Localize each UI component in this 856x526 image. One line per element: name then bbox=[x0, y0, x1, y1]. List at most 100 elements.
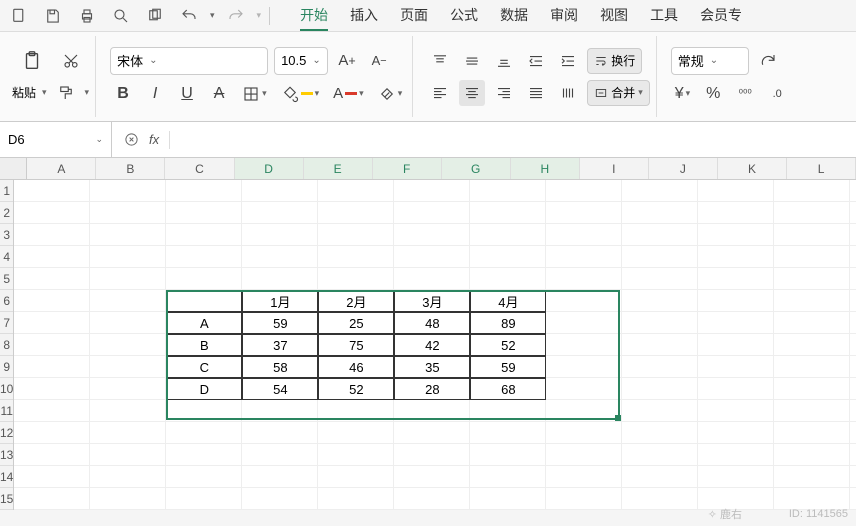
cell[interactable] bbox=[394, 246, 470, 268]
row-header-3[interactable]: 3 bbox=[0, 224, 13, 246]
cell[interactable] bbox=[90, 400, 166, 422]
tab-3[interactable]: 公式 bbox=[450, 1, 478, 31]
border-button[interactable]: ▾ bbox=[238, 81, 271, 107]
paste-button[interactable] bbox=[12, 50, 52, 72]
fill-color-button[interactable]: ▾ bbox=[277, 81, 324, 107]
cell[interactable] bbox=[850, 246, 856, 268]
cell[interactable] bbox=[698, 180, 774, 202]
tab-7[interactable]: 工具 bbox=[650, 1, 678, 31]
cell[interactable] bbox=[622, 378, 698, 400]
cell[interactable] bbox=[242, 488, 318, 510]
cell[interactable] bbox=[698, 466, 774, 488]
strike-button[interactable]: A bbox=[206, 81, 232, 107]
cell[interactable] bbox=[318, 466, 394, 488]
cell[interactable] bbox=[622, 312, 698, 334]
cell[interactable] bbox=[14, 312, 90, 334]
cell[interactable] bbox=[242, 400, 318, 422]
align-center-icon[interactable] bbox=[459, 80, 485, 106]
cell[interactable] bbox=[166, 400, 242, 422]
cell[interactable]: C bbox=[166, 356, 242, 378]
cell[interactable] bbox=[850, 378, 856, 400]
cell[interactable] bbox=[850, 312, 856, 334]
cell[interactable] bbox=[774, 466, 850, 488]
cell[interactable] bbox=[470, 488, 546, 510]
cell[interactable] bbox=[166, 290, 242, 312]
row-header-12[interactable]: 12 bbox=[0, 422, 13, 444]
select-all-corner[interactable] bbox=[0, 158, 27, 179]
row-header-5[interactable]: 5 bbox=[0, 268, 13, 290]
cell[interactable] bbox=[470, 246, 546, 268]
cell[interactable] bbox=[850, 356, 856, 378]
col-header-B[interactable]: B bbox=[96, 158, 165, 179]
tab-1[interactable]: 插入 bbox=[350, 1, 378, 31]
cell[interactable] bbox=[774, 246, 850, 268]
cell[interactable]: 46 bbox=[318, 356, 394, 378]
row-header-7[interactable]: 7 bbox=[0, 312, 13, 334]
cell[interactable] bbox=[242, 180, 318, 202]
cell[interactable] bbox=[90, 466, 166, 488]
cell[interactable] bbox=[850, 444, 856, 466]
cell[interactable] bbox=[318, 224, 394, 246]
cell[interactable] bbox=[166, 422, 242, 444]
undo-dropdown[interactable]: ▾ bbox=[210, 10, 215, 21]
row-header-11[interactable]: 11 bbox=[0, 400, 13, 422]
cell[interactable] bbox=[546, 488, 622, 510]
cell[interactable] bbox=[546, 356, 622, 378]
col-header-G[interactable]: G bbox=[442, 158, 511, 179]
row-header-4[interactable]: 4 bbox=[0, 246, 13, 268]
cell[interactable] bbox=[90, 224, 166, 246]
cell[interactable] bbox=[546, 422, 622, 444]
col-header-J[interactable]: J bbox=[649, 158, 718, 179]
cell[interactable] bbox=[850, 224, 856, 246]
cell[interactable]: B bbox=[166, 334, 242, 356]
cell[interactable]: 59 bbox=[242, 312, 318, 334]
cell[interactable] bbox=[774, 180, 850, 202]
cell[interactable] bbox=[318, 202, 394, 224]
cell[interactable] bbox=[90, 444, 166, 466]
cell[interactable] bbox=[546, 466, 622, 488]
cell[interactable] bbox=[546, 444, 622, 466]
cell[interactable] bbox=[90, 180, 166, 202]
cell[interactable] bbox=[850, 422, 856, 444]
cell[interactable] bbox=[698, 378, 774, 400]
undo-icon[interactable] bbox=[176, 3, 202, 29]
justify-icon[interactable] bbox=[523, 80, 549, 106]
cell[interactable] bbox=[90, 356, 166, 378]
align-bottom-icon[interactable] bbox=[491, 48, 517, 74]
tab-2[interactable]: 页面 bbox=[400, 1, 428, 31]
row-header-10[interactable]: 10 bbox=[0, 378, 13, 400]
name-box[interactable]: D6⌄ bbox=[0, 122, 112, 157]
row-header-2[interactable]: 2 bbox=[0, 202, 13, 224]
cell[interactable] bbox=[698, 356, 774, 378]
cell[interactable] bbox=[622, 466, 698, 488]
col-header-H[interactable]: H bbox=[511, 158, 580, 179]
cell[interactable] bbox=[166, 246, 242, 268]
bold-button[interactable]: B bbox=[110, 81, 136, 107]
cell[interactable] bbox=[698, 334, 774, 356]
cell[interactable] bbox=[622, 246, 698, 268]
cell[interactable] bbox=[90, 202, 166, 224]
cell[interactable] bbox=[698, 268, 774, 290]
cell[interactable] bbox=[14, 400, 90, 422]
cell[interactable] bbox=[394, 400, 470, 422]
cell[interactable] bbox=[546, 180, 622, 202]
increase-indent-icon[interactable] bbox=[555, 48, 581, 74]
cell[interactable] bbox=[318, 488, 394, 510]
align-top-icon[interactable] bbox=[427, 48, 453, 74]
cell[interactable] bbox=[90, 312, 166, 334]
cell[interactable] bbox=[166, 224, 242, 246]
row-header-9[interactable]: 9 bbox=[0, 356, 13, 378]
cell[interactable] bbox=[774, 290, 850, 312]
font-size-select[interactable]: 10.5⌄ bbox=[274, 47, 328, 75]
cell[interactable] bbox=[850, 202, 856, 224]
row-header-13[interactable]: 13 bbox=[0, 444, 13, 466]
cell[interactable]: 89 bbox=[470, 312, 546, 334]
cell[interactable]: 59 bbox=[470, 356, 546, 378]
fx-label[interactable]: fx bbox=[149, 132, 159, 147]
cell[interactable] bbox=[698, 312, 774, 334]
cell[interactable] bbox=[546, 400, 622, 422]
col-header-C[interactable]: C bbox=[165, 158, 234, 179]
underline-button[interactable]: U bbox=[174, 81, 200, 107]
new-file-icon[interactable] bbox=[6, 3, 32, 29]
cell[interactable] bbox=[698, 224, 774, 246]
